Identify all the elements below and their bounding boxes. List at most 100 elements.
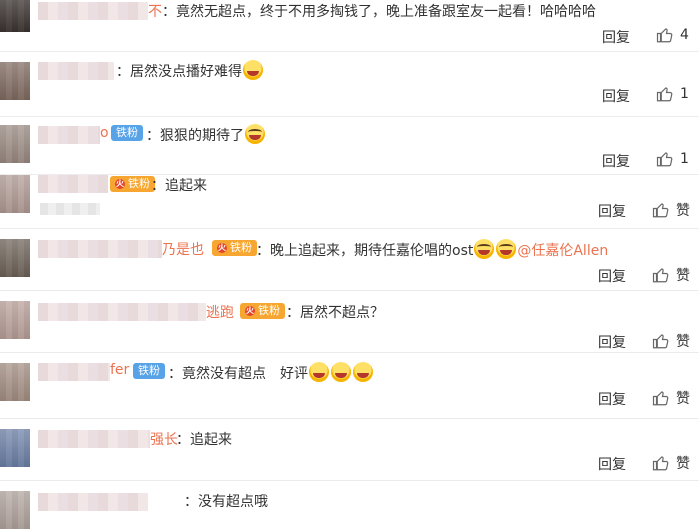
thumbs-up-icon [652, 456, 669, 471]
like-label: 赞 [676, 268, 690, 284]
username[interactable]: o [100, 125, 109, 141]
reply-button[interactable]: 回复 [598, 332, 626, 352]
reply-button[interactable]: 回复 [602, 151, 630, 171]
avatar[interactable] [0, 62, 30, 100]
fan-badge: 火铁粉 [110, 176, 155, 192]
avatar[interactable] [0, 125, 30, 163]
cry-emoji-icon [496, 239, 517, 259]
username-mosaic[interactable] [38, 62, 114, 80]
comment-item: o 铁粉 ：狠狠的期待了 回复 1 [0, 117, 699, 175]
fan-badge: 铁粉 [133, 363, 165, 379]
badge-label: 铁粉 [258, 304, 280, 317]
like-button[interactable]: 1 [656, 150, 689, 168]
cry-emoji-icon [245, 124, 265, 144]
comment-text: ：没有超点哦 [184, 494, 268, 510]
level-icon: 火 [217, 243, 227, 253]
username-mosaic[interactable] [38, 430, 150, 448]
laugh-emoji-icon [331, 362, 351, 382]
avatar[interactable] [0, 239, 30, 277]
level-icon: 火 [115, 179, 125, 189]
badge-label: 铁粉 [128, 177, 150, 190]
reply-button[interactable]: 回复 [598, 201, 626, 221]
like-button[interactable]: 赞 [652, 200, 690, 220]
avatar[interactable] [0, 301, 30, 339]
avatar[interactable] [0, 491, 30, 529]
like-count: 1 [680, 151, 689, 167]
username[interactable]: 不 [148, 1, 162, 21]
thumbs-up-icon [652, 391, 669, 406]
username[interactable]: 乃是也 [162, 239, 204, 259]
badge-label: 铁粉 [230, 241, 252, 254]
reply-button[interactable]: 回复 [598, 454, 626, 474]
like-label: 赞 [676, 203, 690, 219]
username-mosaic[interactable] [38, 303, 206, 321]
thumbs-up-icon [652, 268, 669, 283]
reply-button[interactable]: 回复 [602, 27, 630, 47]
reply-button[interactable]: 回复 [598, 266, 626, 286]
like-button[interactable]: 赞 [652, 388, 690, 408]
comment-text-content: ：居然没点播好难得 [116, 64, 242, 80]
username[interactable]: 逃跑 [206, 302, 234, 322]
comment-item: 不 ：竟然无超点，终于不用多掏钱了，晚上准备跟室友一起看！哈哈哈哈 回复 4 [0, 0, 699, 52]
comment-text: ：居然不超点？ [286, 305, 384, 321]
comment-item: fer 铁粉 ：竟然没有超点 好评 回复 赞 [0, 353, 699, 419]
badge-label: 铁粉 [116, 126, 138, 139]
fan-badge: 火铁粉 [212, 240, 257, 256]
comment-item: ：居然没点播好难得 回复 1 [0, 52, 699, 117]
comment-text: ：竟然无超点，终于不用多掏钱了，晚上准备跟室友一起看！哈哈哈哈 [162, 4, 596, 20]
laugh-emoji-icon [309, 362, 329, 382]
like-button[interactable]: 赞 [652, 331, 690, 351]
fan-badge: 火铁粉 [240, 303, 285, 319]
like-button[interactable]: 4 [656, 26, 689, 44]
thumbs-up-icon [652, 334, 669, 349]
like-button[interactable]: 1 [656, 85, 689, 103]
username-mosaic[interactable] [38, 240, 162, 258]
comment-text-content: ：晚上追起来，期待任嘉伦唱的ost [256, 243, 474, 259]
comment-text: ：晚上追起来，期待任嘉伦唱的ost @任嘉伦Allen [256, 239, 608, 260]
laugh-emoji-icon [353, 362, 373, 382]
comment-text: ：追起来 [151, 178, 207, 194]
like-count: 4 [680, 27, 689, 43]
cry-emoji-icon [474, 239, 495, 259]
avatar[interactable] [0, 175, 30, 213]
laugh-emoji-icon [243, 60, 263, 80]
like-label: 赞 [676, 391, 690, 407]
username-mosaic[interactable] [38, 126, 100, 144]
avatar[interactable] [0, 363, 30, 401]
thumbs-up-icon [656, 28, 673, 43]
like-label: 赞 [676, 456, 690, 472]
like-label: 赞 [676, 334, 690, 350]
comment-text: ：追起来 [176, 432, 232, 448]
comment-item: 火铁粉 ：追起来 回复 赞 [0, 175, 699, 229]
comment-text: ：居然没点播好难得 [116, 60, 264, 81]
comment-text-content: ：竟然没有超点 好评 [168, 366, 308, 382]
comment-item: 逃跑 火铁粉 ：居然不超点？ 回复 赞 [0, 291, 699, 353]
like-count: 1 [680, 86, 689, 102]
mention-link[interactable]: @任嘉伦Allen [517, 243, 608, 259]
comment-item: 乃是也 火铁粉 ：晚上追起来，期待任嘉伦唱的ost @任嘉伦Allen 回复 赞 [0, 229, 699, 291]
thumbs-up-icon [652, 203, 669, 218]
reply-button[interactable]: 回复 [602, 86, 630, 106]
fan-badge: 铁粉 [111, 125, 143, 141]
avatar[interactable] [0, 429, 30, 467]
comment-text: ：竟然没有超点 好评 [168, 362, 374, 383]
username-mosaic [40, 203, 100, 215]
level-icon: 火 [245, 306, 255, 316]
comment-text: ：狠狠的期待了 [146, 124, 266, 145]
thumbs-up-icon [656, 87, 673, 102]
thumbs-up-icon [656, 152, 673, 167]
username-mosaic[interactable] [38, 493, 148, 511]
username-mosaic[interactable] [38, 175, 108, 193]
comment-item: ：没有超点哦 [0, 481, 699, 529]
username[interactable]: fer [110, 362, 129, 378]
avatar[interactable] [0, 0, 30, 32]
comment-text-content: ：狠狠的期待了 [146, 128, 244, 144]
comment-item: 强长 ：追起来 回复 赞 [0, 419, 699, 481]
like-button[interactable]: 赞 [652, 265, 690, 285]
username-mosaic[interactable] [38, 2, 148, 20]
username[interactable]: 强长 [150, 429, 178, 449]
like-button[interactable]: 赞 [652, 453, 690, 473]
username-mosaic[interactable] [38, 363, 110, 381]
badge-label: 铁粉 [138, 364, 160, 377]
reply-button[interactable]: 回复 [598, 389, 626, 409]
